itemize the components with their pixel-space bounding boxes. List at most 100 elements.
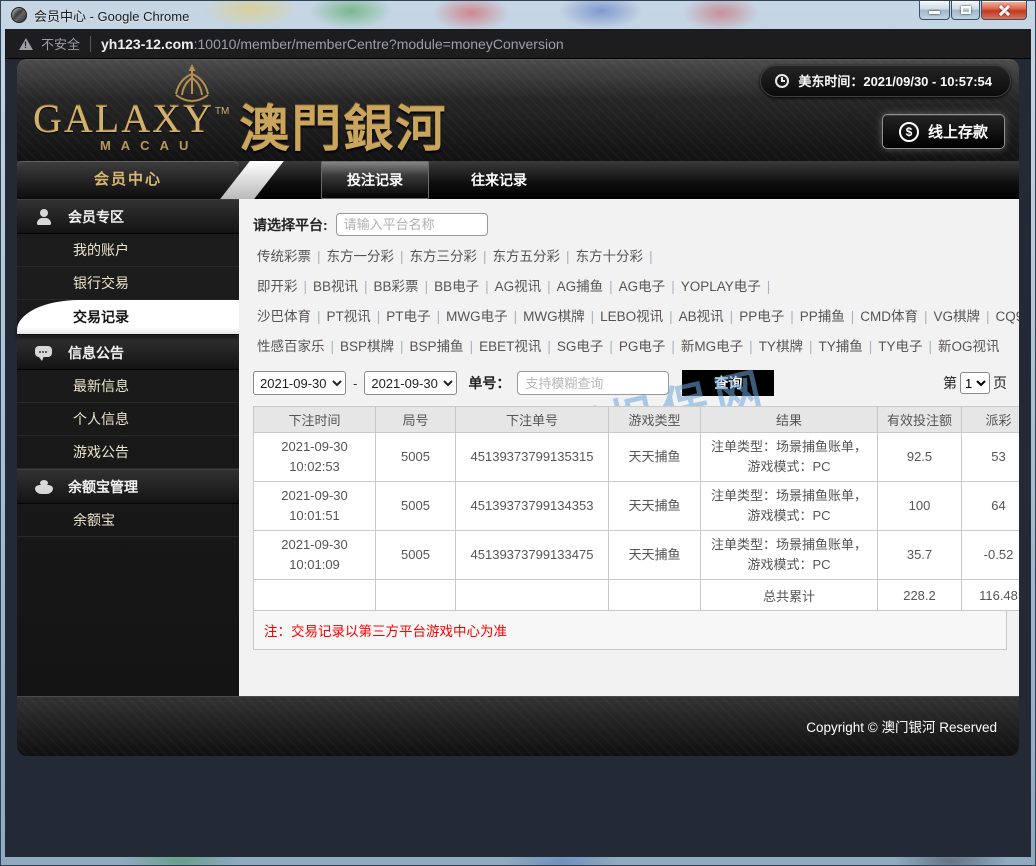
platform-separator: |	[317, 249, 321, 264]
cell-line: 10:02:53	[258, 457, 371, 477]
cell-line: 10:01:09	[258, 555, 371, 575]
sidebar-item-交易记录[interactable]: 交易记录	[17, 300, 239, 335]
platform-link[interactable]: TY电子	[878, 339, 922, 354]
platform-link[interactable]: TY捕鱼	[818, 339, 862, 354]
platform-link[interactable]: CMD体育	[860, 309, 918, 324]
cell-line: 游戏模式：PC	[705, 555, 873, 575]
platform-link[interactable]: 即开彩	[257, 279, 298, 294]
table-cell: 45139373799134353	[456, 482, 609, 531]
close-button[interactable]	[981, 1, 1027, 20]
platform-separator: |	[869, 339, 873, 354]
platform-link[interactable]: AG捕鱼	[557, 279, 604, 294]
platform-link[interactable]: BSP棋牌	[340, 339, 394, 354]
cell-line: 5005	[380, 447, 451, 467]
platform-link[interactable]: 东方三分彩	[410, 249, 478, 264]
table-cell: 92.5	[878, 433, 962, 482]
logo-latin: GALAXYTM MACAU	[33, 63, 229, 153]
platform-link[interactable]: AB视讯	[679, 309, 724, 324]
platform-link[interactable]: BSP捕鱼	[410, 339, 464, 354]
platform-link[interactable]: 东方一分彩	[327, 249, 395, 264]
sidebar-section-余额宝管理[interactable]: 余额宝管理	[17, 469, 239, 504]
sidebar-item-游戏公告[interactable]: 游戏公告	[17, 436, 239, 469]
platform-separator: |	[591, 309, 595, 324]
page-suffix: 页	[993, 373, 1007, 393]
platform-link[interactable]: AG视讯	[495, 279, 542, 294]
sidebar-item-银行交易[interactable]: 银行交易	[17, 267, 239, 300]
divider	[90, 36, 91, 52]
member-center-title: 会员中心	[17, 161, 239, 199]
platform-link[interactable]: PT视讯	[327, 309, 371, 324]
platform-link[interactable]: 新MG电子	[681, 339, 743, 354]
minimize-icon	[929, 11, 940, 14]
platform-link[interactable]: 沙巴体育	[257, 309, 311, 324]
sidebar-item-余额宝[interactable]: 余额宝	[17, 504, 239, 537]
platform-link[interactable]: TY棋牌	[759, 339, 803, 354]
cell-line: 45139373799135315	[460, 447, 604, 467]
content-panel: 金恒担保网 www.jhdb8.com 请选择平台: 传统彩票|东方一分彩|东方…	[239, 199, 1019, 696]
order-number-input[interactable]	[517, 371, 669, 395]
platform-link[interactable]: PT电子	[386, 309, 430, 324]
platform-link[interactable]: 新OG视讯	[938, 339, 1000, 354]
platform-link[interactable]: PG电子	[619, 339, 666, 354]
platform-link[interactable]: EBET视讯	[479, 339, 541, 354]
table-cell: 100	[878, 482, 962, 531]
platform-link[interactable]: 东方十分彩	[576, 249, 644, 264]
platform-link[interactable]: YOPLAY电子	[681, 279, 761, 294]
platform-link[interactable]: MWG电子	[446, 309, 508, 324]
cell-line: 100	[882, 496, 957, 516]
table-body: 2021-09-3010:02:53 5005 45139373799135315天…	[254, 433, 1020, 611]
table-cell: 64	[962, 482, 1020, 531]
platform-link[interactable]: PP电子	[739, 309, 784, 324]
platform-link[interactable]: BB彩票	[374, 279, 419, 294]
platform-search-input[interactable]	[336, 213, 488, 236]
date-from-select[interactable]: 2021-09-30	[253, 371, 346, 395]
platform-link[interactable]: VG棋牌	[934, 309, 981, 324]
cell-line: 2021-09-30	[258, 437, 371, 457]
search-button[interactable]: 查询	[682, 370, 774, 396]
platform-link[interactable]: AG电子	[619, 279, 666, 294]
platform-separator: |	[400, 249, 404, 264]
online-deposit-button[interactable]: $ 线上存款	[882, 114, 1005, 149]
platform-separator: |	[609, 279, 613, 294]
platform-separator: |	[304, 279, 308, 294]
member-center-label: 会员中心	[94, 171, 162, 188]
tab-投注记录[interactable]: 投注记录	[321, 161, 429, 199]
url-text: yh123-12.com:10010/member/memberCentre?m…	[101, 36, 564, 52]
tab-往来记录[interactable]: 往来记录	[445, 161, 553, 199]
platform-link[interactable]: LEBO视讯	[600, 309, 663, 324]
date-to-select[interactable]: 2021-09-30	[364, 371, 457, 395]
page-prefix: 第	[943, 373, 957, 393]
titlebar[interactable]: 会员中心 - Google Chrome	[1, 1, 1035, 29]
maximize-button[interactable]	[951, 1, 980, 20]
platform-link[interactable]: BB视讯	[313, 279, 358, 294]
platform-link[interactable]: 东方五分彩	[493, 249, 561, 264]
platform-separator: |	[671, 339, 675, 354]
platform-separator: |	[790, 309, 794, 324]
sidebar-item-个人信息[interactable]: 个人信息	[17, 403, 239, 436]
page-select[interactable]: 1	[960, 372, 990, 394]
sidebar-section-信息公告[interactable]: 信息公告	[17, 335, 239, 370]
sidebar-item-最新信息[interactable]: 最新信息	[17, 370, 239, 403]
platform-separator: |	[851, 309, 855, 324]
platform-link[interactable]: 性感百家乐	[257, 339, 325, 354]
cell-line: 92.5	[882, 447, 957, 467]
platform-link[interactable]: SG电子	[557, 339, 604, 354]
cell-line: 5005	[380, 545, 451, 565]
total-cell: 116.48	[962, 580, 1020, 611]
platform-link[interactable]: CQ9电子	[996, 309, 1019, 324]
platform-link[interactable]: MWG棋牌	[523, 309, 585, 324]
not-secure-warning-icon[interactable]	[19, 38, 33, 50]
minimize-button[interactable]	[919, 1, 950, 20]
platform-select-label: 请选择平台:	[253, 215, 328, 235]
platform-separator: |	[924, 309, 928, 324]
platform-link[interactable]: PP捕鱼	[800, 309, 845, 324]
address-bar[interactable]: 不安全 yh123-12.com:10010/member/memberCent…	[5, 29, 1031, 59]
cell-line: 注单类型：场景捕鱼账单，	[705, 437, 873, 457]
table-cell: 注单类型：场景捕鱼账单，游戏模式：PC	[701, 482, 878, 531]
platform-link[interactable]: 传统彩票	[257, 249, 311, 264]
table-cell: 天天捕鱼	[609, 482, 701, 531]
sidebar-section-会员专区[interactable]: 会员专区	[17, 199, 239, 234]
platform-link[interactable]: BB电子	[434, 279, 479, 294]
sidebar-item-我的账户[interactable]: 我的账户	[17, 234, 239, 267]
platform-separator: |	[377, 309, 381, 324]
